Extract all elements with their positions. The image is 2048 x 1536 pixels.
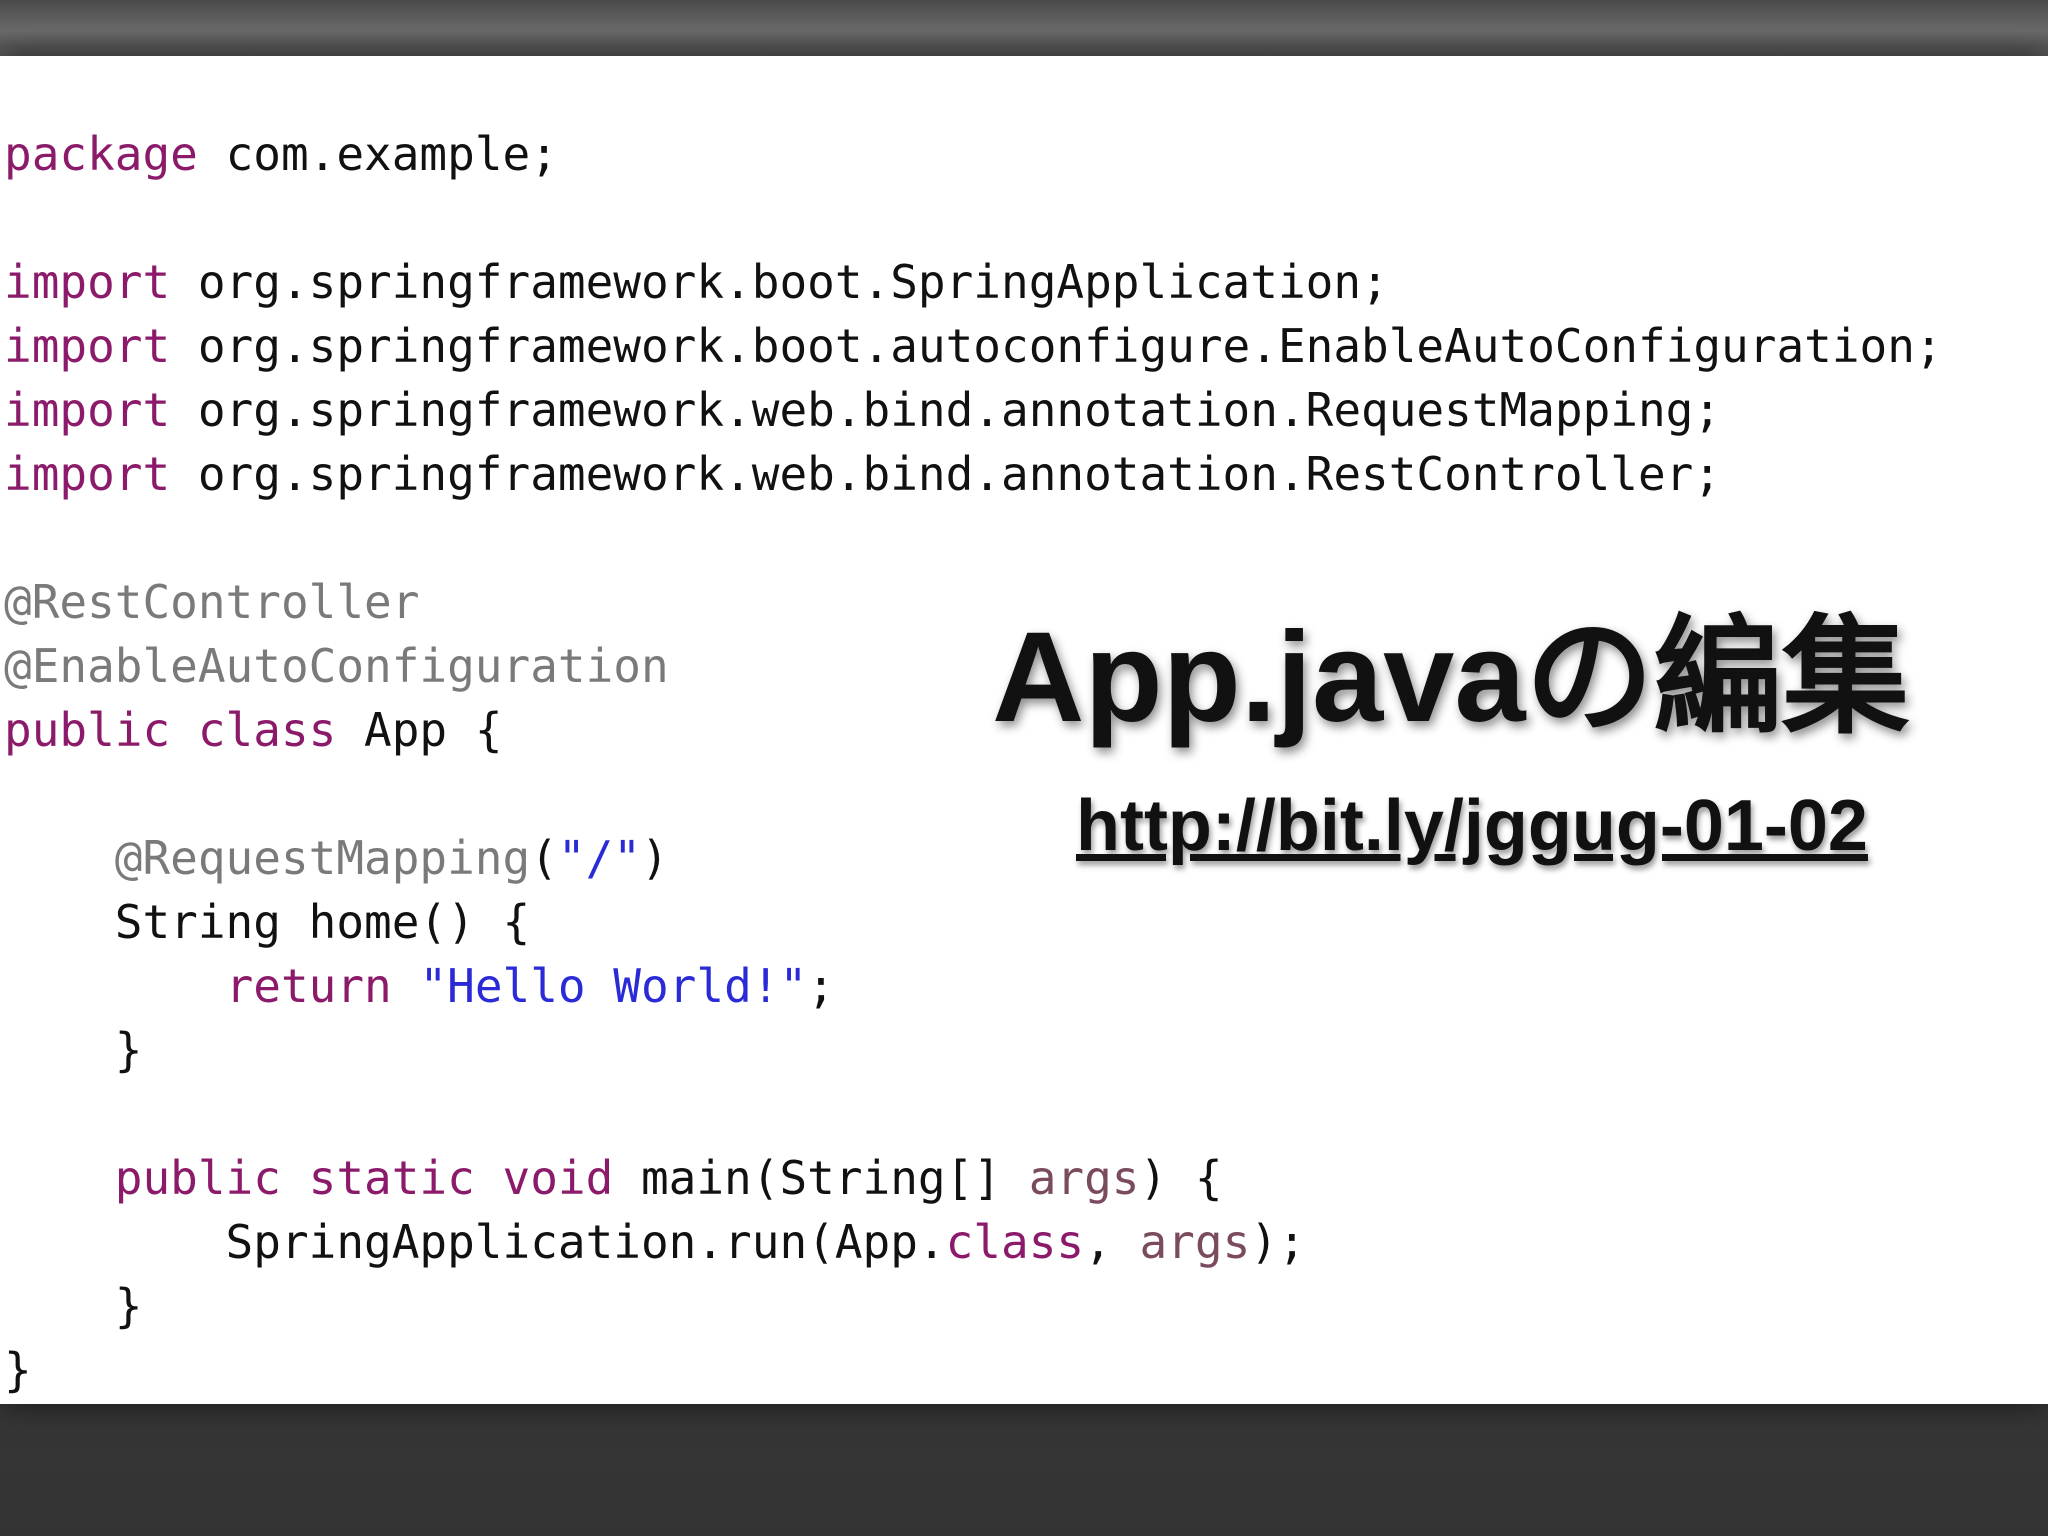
code-line: }	[4, 1338, 1943, 1402]
slide-title: App.javaの編集	[992, 606, 1910, 749]
code-annotation: @EnableAutoConfiguration	[4, 639, 669, 693]
code-line: return "Hello World!";	[4, 954, 1943, 1018]
code-keyword: package	[4, 127, 198, 181]
code-text: org.springframework.web.bind.annotation.…	[170, 447, 1722, 501]
code-line: String home() {	[4, 890, 1943, 954]
code-text: ;	[807, 959, 835, 1013]
code-text: }	[4, 1279, 143, 1333]
slide: package com.example; import org.springfra…	[0, 56, 2048, 1404]
code-string: "Hello World!"	[419, 959, 808, 1013]
code-text: org.springframework.web.bind.annotation.…	[170, 383, 1722, 437]
code-text: (	[530, 831, 558, 885]
code-text: com.example;	[197, 127, 558, 181]
code-keyword: class	[945, 1215, 1085, 1269]
code-keyword: import	[4, 319, 171, 373]
code-string: "/"	[557, 831, 641, 885]
code-text: }	[4, 1343, 32, 1397]
code-line: }	[4, 1274, 1943, 1338]
code-keyword: return	[225, 959, 392, 1013]
code-text: String home() {	[4, 895, 531, 949]
code-text: ) {	[1139, 1151, 1223, 1205]
code-text: );	[1250, 1215, 1306, 1269]
code-line: import org.springframework.boot.SpringAp…	[4, 250, 1943, 314]
code-text: ,	[1084, 1215, 1140, 1269]
slide-link[interactable]: http://bit.ly/jggug-01-02	[1076, 784, 1868, 868]
code-line: package com.example;	[4, 122, 1943, 186]
code-text: App {	[336, 703, 503, 757]
code-keyword: public class	[4, 703, 337, 757]
code-annotation: @RequestMapping	[114, 831, 531, 885]
code-block: package com.example; import org.springfra…	[4, 122, 1943, 1402]
code-line: SpringApplication.run(App.class, args);	[4, 1210, 1943, 1274]
code-text: org.springframework.boot.autoconfigure.E…	[170, 319, 1943, 373]
code-line: public static void main(String[] args) {	[4, 1146, 1943, 1210]
code-line: import org.springframework.web.bind.anno…	[4, 378, 1943, 442]
code-keyword: import	[4, 255, 171, 309]
code-variable: args	[1028, 1151, 1140, 1205]
code-text: }	[4, 1023, 143, 1077]
code-variable: args	[1139, 1215, 1251, 1269]
code-line: import org.springframework.boot.autoconf…	[4, 314, 1943, 378]
code-annotation: @RestController	[4, 575, 420, 629]
code-keyword: import	[4, 383, 171, 437]
code-line: }	[4, 1018, 1943, 1082]
code-text: org.springframework.boot.SpringApplicati…	[170, 255, 1389, 309]
code-keyword: public static void	[114, 1151, 614, 1205]
code-line: import org.springframework.web.bind.anno…	[4, 442, 1943, 506]
code-text: SpringApplication.run(App.	[4, 1215, 946, 1269]
code-keyword: import	[4, 447, 171, 501]
code-text: )	[641, 831, 669, 885]
code-text: main(String[]	[613, 1151, 1029, 1205]
